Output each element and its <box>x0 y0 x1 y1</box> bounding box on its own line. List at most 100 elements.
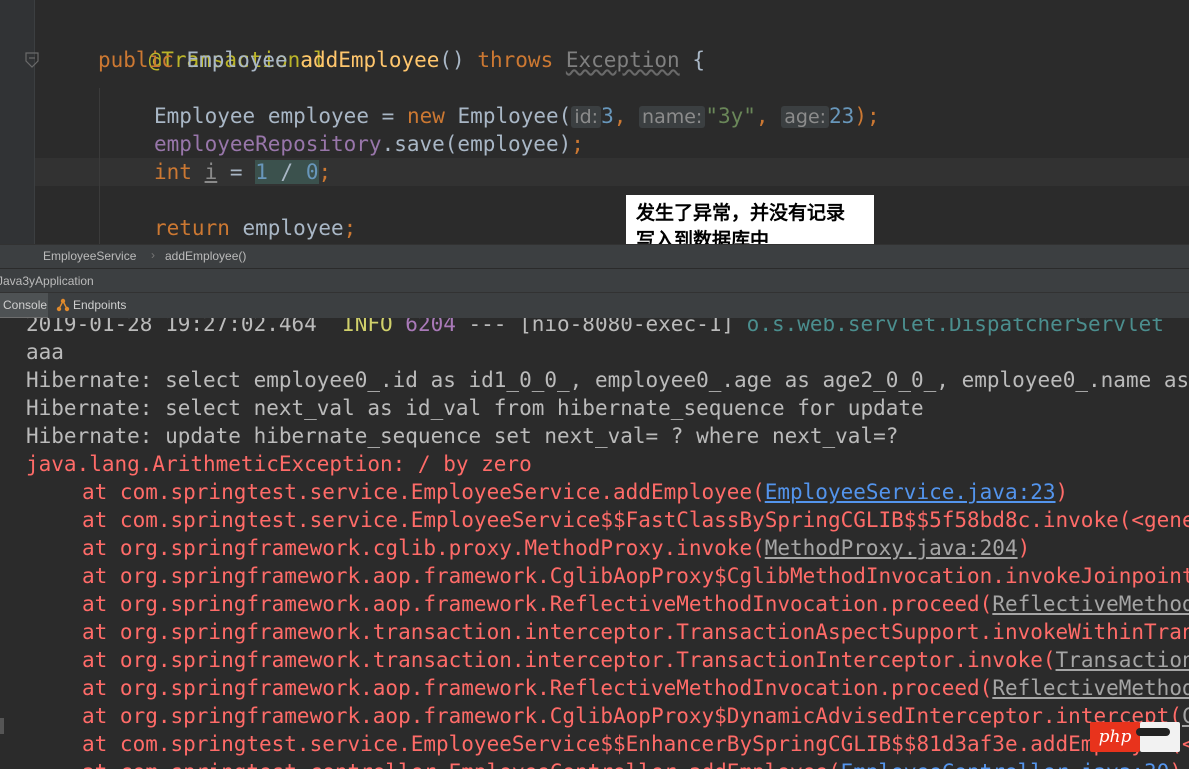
stack-frame-close: ) <box>1169 760 1182 769</box>
param-hint-name: name: <box>639 106 706 128</box>
dividend: 1 <box>255 160 268 184</box>
stack-frame-close: ) <box>1017 536 1031 560</box>
divide-op: / <box>280 160 294 184</box>
assign-op: = <box>381 104 395 128</box>
stack-frame: at com.springtest.service.EmployeeServic… <box>82 730 1189 758</box>
open-brace: { <box>692 48 705 72</box>
endpoints-icon <box>56 298 70 312</box>
param-hint-age: age: <box>781 106 830 128</box>
stack-frame-method: at org.springframework.transaction.inter… <box>82 648 1056 672</box>
stack-frame: at org.springframework.transaction.inter… <box>82 618 1189 646</box>
return-line[interactable]: return employee; <box>154 214 356 242</box>
exception-type: Exception <box>565 48 680 72</box>
stack-frame-method: at com.springtest.service.EmployeeServic… <box>82 732 1182 756</box>
stack-frame-source-link[interactable]: EmployeeController.java:30 <box>841 760 1170 769</box>
run-config-bar: Java3yApplication <box>0 268 1189 293</box>
php-watermark: php <box>1088 714 1182 758</box>
stack-frame: at com.springtest.controller.EmployeeCon… <box>82 758 1182 769</box>
tab-console-label: Console <box>3 298 48 312</box>
divisor: 0 <box>305 160 319 184</box>
exception-line: java.lang.ArithmeticException: / by zero <box>26 452 532 476</box>
stack-frame-source-link: <generated> <box>1131 508 1189 532</box>
log-time: 2019-01-28 19:27:02.464 <box>26 318 330 336</box>
save-line[interactable]: employeeRepository.save(employee); <box>154 130 584 158</box>
divide-line[interactable]: int i = 1 / 0; <box>154 158 331 186</box>
stack-frame-method: at org.springframework.transaction.inter… <box>82 620 1189 644</box>
return-type: Employee <box>186 48 288 72</box>
stack-frame-method: at com.springtest.controller.EmployeeCon… <box>82 760 841 769</box>
stack-frame-close: ) <box>1055 480 1069 504</box>
var-name: employee <box>267 104 369 128</box>
breadcrumb: EmployeeService › addEmployee() <box>0 244 1189 269</box>
php-logo-text: php <box>1098 727 1132 747</box>
arg-age: 23 <box>829 104 855 128</box>
callout-line-1: 发生了异常，并没有记录 <box>636 202 846 224</box>
var-i: i <box>204 160 218 184</box>
constructor-call: Employee( <box>457 104 572 128</box>
stack-frame: at org.springframework.transaction.inter… <box>82 646 1189 674</box>
stack-frame-source-link[interactable]: MethodProxy.java:204 <box>765 536 1018 560</box>
keyword-public: public <box>98 48 174 72</box>
log-pid: 6204 <box>392 318 456 336</box>
stack-frame-method: at org.springframework.aop.framework.Ref… <box>82 676 993 700</box>
stack-frame-method: at com.springtest.service.EmployeeServic… <box>82 480 765 504</box>
method-parens: () <box>439 48 465 72</box>
tab-console[interactable]: Console <box>0 293 48 319</box>
tab-endpoints[interactable]: Endpoints <box>52 293 132 319</box>
stack-frame: at org.springframework.aop.framework.Ref… <box>82 674 1189 702</box>
breadcrumb-separator: › <box>151 248 155 262</box>
log-thread: --- [nio-8080-exec-1] <box>455 318 747 336</box>
console-sql-line: Hibernate: select next_val as id_val fro… <box>26 396 924 420</box>
fold-marker-icon[interactable] <box>25 52 39 68</box>
stack-frame: at org.springframework.aop.framework.Ref… <box>82 590 1189 618</box>
stack-frame-source-link[interactable]: ReflectiveMethodInvocation.java:163 <box>992 592 1189 616</box>
stack-frame-method: at com.springtest.service.EmployeeServic… <box>82 508 1132 532</box>
semicolon: ; <box>318 160 332 184</box>
assign-op: = <box>229 160 243 184</box>
param-hint-id: id: <box>571 106 602 128</box>
console-gutter-mark <box>0 718 4 734</box>
keyword-return: return <box>154 216 230 240</box>
log-logger: o.s.web.servlet.DispatcherServlet <box>746 318 1164 336</box>
semicolon: ; <box>571 132 584 156</box>
breadcrumb-class[interactable]: EmployeeService <box>43 249 136 263</box>
comma: , <box>613 104 627 128</box>
stack-frame-source-link[interactable]: EmployeeService.java:23 <box>765 480 1056 504</box>
method-name: addEmployee <box>300 48 440 72</box>
stack-frame: at com.springtest.service.EmployeeServic… <box>82 478 1068 506</box>
console-output[interactable]: 2019-01-28 19:27:02.464 INFO 6204 --- [n… <box>0 318 1189 769</box>
console-sql-line: Hibernate: update hibernate_sequence set… <box>26 424 899 448</box>
indent-guide <box>99 88 100 244</box>
stack-frame: at org.springframework.aop.framework.Cgl… <box>82 562 1189 590</box>
arg-id: 3 <box>601 104 614 128</box>
new-employee-line[interactable]: Employee employee = new Employee(id: 3, n… <box>154 102 880 131</box>
log-line: 2019-01-28 19:27:02.464 INFO 6204 --- [n… <box>26 318 1164 338</box>
watermark-mark <box>1136 728 1170 736</box>
keyword-new: new <box>406 104 445 128</box>
save-call: .save(employee) <box>381 132 572 156</box>
stack-frame-source-link[interactable]: ReflectiveMethodInvocation.java:186 <box>992 676 1189 700</box>
tool-window-tabs: Console Endpoints <box>0 292 1189 319</box>
code-editor[interactable]: @Transactional public Employee addEmploy… <box>0 0 1189 244</box>
stack-frame-source-link[interactable]: CglibAopProxy.java:688 <box>1182 704 1189 728</box>
keyword-int: int <box>154 160 192 184</box>
stack-frame-method: at org.springframework.aop.framework.Ref… <box>82 592 993 616</box>
console-line-aaa: aaa <box>26 340 64 364</box>
return-var: employee <box>242 216 344 240</box>
run-config-name[interactable]: Java3yApplication <box>0 274 94 288</box>
semicolon: ; <box>343 216 357 240</box>
var-type: Employee <box>154 104 256 128</box>
tab-endpoints-label: Endpoints <box>73 298 127 312</box>
watermark-badge <box>1140 722 1180 752</box>
stack-frame: at com.springtest.service.EmployeeServic… <box>82 506 1189 534</box>
stack-frame-source-link: <generated> <box>1181 732 1189 756</box>
stack-frame: at org.springframework.cglib.proxy.Metho… <box>82 534 1030 562</box>
close-paren-semi: ); <box>854 104 880 128</box>
breadcrumb-method[interactable]: addEmployee() <box>165 249 246 263</box>
php-logo: php <box>1090 722 1140 752</box>
stack-frame-source-link[interactable]: TransactionInterceptor.java:98 <box>1056 648 1189 672</box>
comma: , <box>755 104 769 128</box>
keyword-throws: throws <box>477 48 554 72</box>
method-signature-line[interactable]: public Employee addEmployee() throws Exc… <box>98 46 705 74</box>
repository-field: employeeRepository <box>154 132 382 156</box>
